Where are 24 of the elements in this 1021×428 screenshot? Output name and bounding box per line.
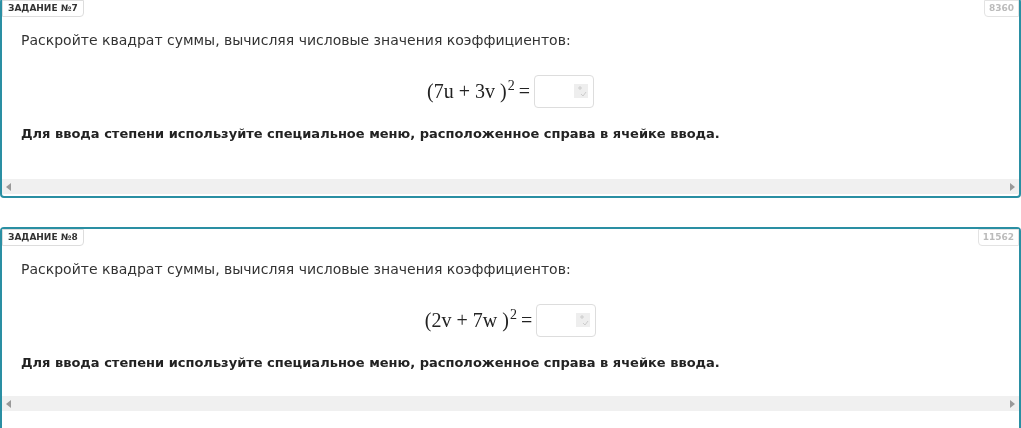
equals-sign: = (518, 79, 530, 104)
scroll-right-icon[interactable] (1010, 182, 1015, 191)
task-id: 8360 (983, 0, 1019, 17)
exponent: 2 (507, 77, 515, 95)
formula-menu-icon[interactable] (573, 84, 588, 98)
task-label: ЗАДАНИЕ №8 (2, 229, 84, 246)
math-expression: (7u + 3v ) (427, 79, 507, 105)
scroll-left-icon[interactable] (6, 399, 11, 408)
task-note: Для ввода степени используйте специальное меню, расположенное справа в ячейке ввода. (21, 354, 721, 372)
horizontal-scrollbar[interactable] (2, 179, 1019, 194)
task-note: Для ввода степени используйте специальное меню, расположенное справа в ячейке ввода. (21, 125, 721, 143)
task-label: ЗАДАНИЕ №7 (2, 0, 84, 17)
horizontal-scrollbar[interactable] (2, 396, 1019, 411)
task-id: 11562 (977, 229, 1019, 246)
answer-field[interactable] (536, 303, 597, 337)
task-prompt: Раскройте квадрат суммы, вычисляя числовые значения коэффициентов: (21, 260, 572, 278)
equals-sign: = (520, 308, 533, 333)
scroll-left-icon[interactable] (6, 182, 11, 191)
scroll-right-icon[interactable] (1010, 399, 1015, 408)
answer-field[interactable] (533, 74, 594, 108)
formula-menu-icon[interactable] (576, 313, 591, 327)
math-expression: (2v + 7w ) (424, 308, 509, 334)
exponent: 2 (509, 306, 517, 324)
task-prompt: Раскройте квадрат суммы, вычисляя числовые значения коэффициентов: (21, 31, 572, 49)
